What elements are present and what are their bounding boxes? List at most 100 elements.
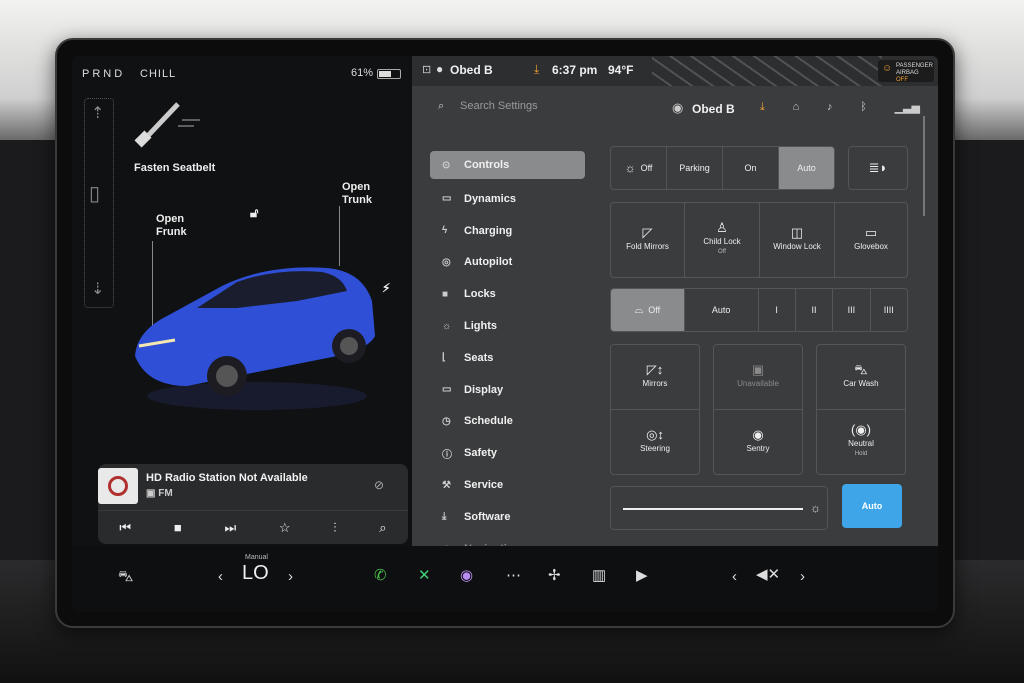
toybox-icon[interactable]: ✕ <box>418 566 431 584</box>
headlight-auto-option[interactable]: Auto <box>779 147 834 189</box>
headlight-parking-option[interactable]: Parking <box>667 147 723 189</box>
temp-down-icon[interactable]: ‹ <box>218 568 223 585</box>
previous-icon[interactable]: ⏮ <box>119 520 131 536</box>
option-label: I <box>775 305 778 315</box>
search-icon[interactable]: ⌕ <box>379 520 386 536</box>
calendar-icon[interactable]: ▥ <box>592 566 606 584</box>
mirror-adjust-icon: ◸↕ <box>646 362 664 377</box>
car-icon[interactable]: ⛍ <box>118 568 133 587</box>
car-icon: ▭ <box>442 193 452 205</box>
camera-app-icon[interactable]: ◉ <box>460 566 473 584</box>
option-label: II <box>811 305 817 315</box>
headlight-on-option[interactable]: On <box>723 147 779 189</box>
lte-signal-icon: ▁▃▅ <box>894 102 920 114</box>
tile-label: Mirrors <box>642 379 668 388</box>
menu-item-display[interactable]: ▭ Display <box>430 374 585 406</box>
lock-status-icon[interactable]: ⊡ <box>422 63 431 76</box>
menu-item-autopilot[interactable]: ◎ Autopilot <box>430 247 585 279</box>
menu-item-controls[interactable]: ⊙ Controls <box>430 151 585 179</box>
temp-up-icon[interactable]: › <box>288 568 293 585</box>
wiper-auto-option[interactable]: Auto <box>685 289 759 331</box>
sentry-button[interactable]: ◉ Sentry <box>713 409 803 475</box>
display-icon: ▭ <box>442 384 452 396</box>
menu-item-service[interactable]: ⚒ Service <box>430 469 585 501</box>
source-label: FM <box>158 488 173 499</box>
media-app-icon[interactable]: ▶ <box>636 566 648 584</box>
user-avatar-icon[interactable]: ◉ <box>672 100 683 116</box>
airbag-line2: AIRBAG <box>896 70 919 76</box>
bell-icon[interactable]: ♪ <box>827 101 833 114</box>
airbag-icon: ☺ <box>882 63 893 74</box>
battery-level <box>379 71 392 77</box>
brightness-slider[interactable]: ☼ <box>610 486 828 530</box>
wiper-speed-4[interactable]: IIII <box>871 289 907 331</box>
cabin-temperature[interactable]: LO <box>242 562 269 585</box>
next-icon[interactable]: ⏭ <box>224 520 236 536</box>
brightness-auto-button[interactable]: Auto <box>842 484 902 528</box>
open-frunk-button[interactable]: Open Frunk <box>156 213 187 239</box>
tile-label: Unavailable <box>737 379 779 388</box>
headlight-off-option[interactable]: ☼ Off <box>611 147 667 189</box>
profile-icon[interactable]: ● <box>436 62 443 76</box>
mute-icon[interactable]: ◀✕ <box>756 565 780 583</box>
settings-scrollbar[interactable] <box>923 116 925 216</box>
touchscreen: PRND CHILL 61% ⇡ ▯ ⇣ Fasten Seatbelt Ope… <box>72 56 938 612</box>
equalizer-icon[interactable]: ⫶ <box>333 520 336 536</box>
high-beam-button[interactable]: ≣◗ <box>848 146 908 190</box>
bluetooth-icon[interactable]: ᛒ <box>860 101 867 114</box>
settings-menu: ⊙ Controls ▭ Dynamics ϟ Charging ◎ Autopilot… <box>430 151 585 565</box>
search-settings-input[interactable]: Search Settings <box>460 100 538 112</box>
download-update-icon[interactable]: ⤓ <box>760 101 765 114</box>
hd-off-icon[interactable]: ⊘ <box>374 478 384 492</box>
menu-item-schedule[interactable]: ◷ Schedule <box>430 406 585 438</box>
phone-icon[interactable]: ✆ <box>374 566 387 584</box>
menu-label: Display <box>464 383 504 396</box>
search-settings-icon[interactable]: ⌕ <box>438 100 444 113</box>
menu-item-charging[interactable]: ϟ Charging <box>430 215 585 247</box>
stop-icon[interactable]: ■ <box>174 520 182 535</box>
open-trunk-button[interactable]: Open Trunk <box>342 181 372 207</box>
tile-label: Car Wash <box>843 379 879 388</box>
frunk-label-line1: Open <box>156 213 185 225</box>
favorite-icon[interactable]: ☆ <box>279 520 291 536</box>
car-wash-button[interactable]: ⛍ Car Wash <box>816 344 906 410</box>
header-user[interactable]: Obed B <box>692 102 735 116</box>
option-label: IIII <box>883 305 894 315</box>
headlight-selector: ☼ Off Parking On Auto <box>610 146 835 190</box>
download-icon[interactable]: ⤓ <box>534 62 539 77</box>
toggle-icon: ⊙ <box>442 159 451 171</box>
tile-sub: Off <box>718 249 726 255</box>
volume-down-icon[interactable]: ‹ <box>732 568 737 585</box>
volume-up-icon[interactable]: › <box>800 568 805 585</box>
neutral-hold-button[interactable]: (◉) Neutral Hold <box>816 409 906 475</box>
tile-label: Steering <box>640 444 670 453</box>
gear-indicator: PRND <box>82 68 126 80</box>
unlock-icon[interactable]: 🔓︎ <box>250 206 258 219</box>
menu-item-dynamics[interactable]: ▭ Dynamics <box>430 183 585 215</box>
steering-adjust-button[interactable]: ◎↕ Steering <box>610 409 700 475</box>
fan-icon[interactable]: ✢ <box>548 566 561 584</box>
seat-icon: ⌊ <box>442 352 446 364</box>
mirrors-adjust-button[interactable]: ◸↕ Mirrors <box>610 344 700 410</box>
wiper-speed-2[interactable]: II <box>796 289 834 331</box>
window-lock-button[interactable]: ◫ Window Lock <box>759 202 835 278</box>
menu-item-lights[interactable]: ☼ Lights <box>430 310 585 342</box>
wiper-speed-1[interactable]: I <box>759 289 796 331</box>
wiper-speed-3[interactable]: III <box>833 289 871 331</box>
home-icon[interactable]: ⌂ <box>793 101 800 114</box>
child-lock-button[interactable]: ♙ Child Lock Off <box>684 202 760 278</box>
frunk-label-line2: Frunk <box>156 226 187 238</box>
media-controls: ⏮ ■ ⏭ ☆ ⫶ ⌕ <box>98 510 408 544</box>
sun-icon: ☼ <box>442 320 452 332</box>
more-apps-icon[interactable]: ⋯ <box>506 566 521 584</box>
menu-item-seats[interactable]: ⌊ Seats <box>430 342 585 374</box>
fold-mirrors-button[interactable]: ◸ Fold Mirrors <box>610 202 685 278</box>
driver-profile[interactable]: Obed B <box>450 63 493 77</box>
menu-item-safety[interactable]: ⓘ Safety <box>430 437 585 469</box>
wiper-off-option[interactable]: ⌓ Off <box>611 289 685 331</box>
glovebox-button[interactable]: ▭ Glovebox <box>834 202 908 278</box>
menu-item-locks[interactable]: ■ Locks <box>430 278 585 310</box>
option-label: Off <box>640 163 653 173</box>
menu-item-software[interactable]: ⤓ Software <box>430 501 585 533</box>
gear-shift-strip[interactable]: ⇡ ▯ ⇣ <box>84 98 114 308</box>
